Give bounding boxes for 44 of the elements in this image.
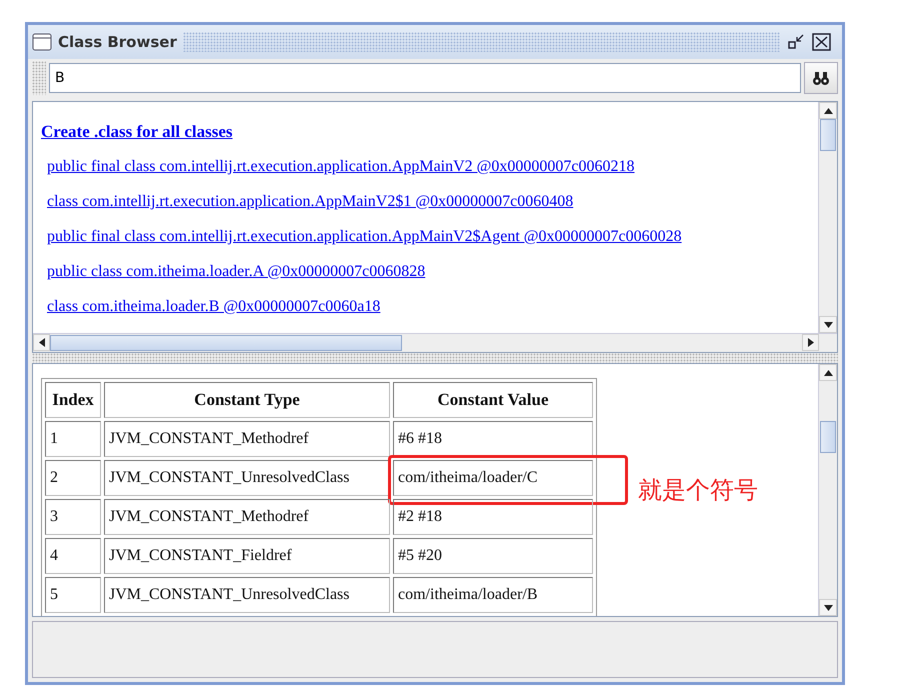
table-cell: #2 #18 [393,499,593,535]
table-cell: 1 [45,421,101,457]
class-link[interactable]: public class com.itheima.loader.A @0x00000007c0060828 [47,263,426,298]
class-link[interactable]: class com.intellij.rt.execution.application.AppMainV2$1 @0x00000007c0060408 [47,193,574,228]
window-title: Class Browser [58,33,177,51]
table-cell: JVM_CONSTANT_UnresolvedClass [104,577,390,613]
right-arrow-icon[interactable] [808,338,814,347]
table-cell: JVM_CONSTANT_Methodref [104,421,390,457]
search-field[interactable]: B [49,63,801,93]
find-button[interactable] [804,62,838,94]
minimize-icon[interactable] [786,33,806,51]
scrollbar-thumb[interactable] [820,119,836,151]
scrollbar-thumb[interactable] [50,335,402,351]
class-link[interactable]: public final class com.intellij.rt.execution.application.AppMainV2$Agent @0x00000007c0060028 [47,228,682,263]
toolbar-grip[interactable] [32,61,46,95]
vertical-scrollbar[interactable] [818,102,837,333]
table-cell: #5 #20 [393,538,593,574]
table-cell: JVM_CONSTANT_Fieldref [104,538,390,574]
horizontal-scrollbar[interactable] [33,333,837,352]
create-all-link[interactable]: Create .class for all classes [41,122,233,142]
down-arrow-icon[interactable] [824,322,832,328]
window-icon [32,33,52,51]
close-icon[interactable] [812,33,832,51]
class-link[interactable]: class com.itheima.loader.B @0x00000007c0060a18 [47,298,380,333]
scrollbar-thumb[interactable] [820,421,836,453]
table-cell: JVM_CONSTANT_Methodref [104,499,390,535]
column-header: Constant Type [104,382,390,418]
class-link[interactable]: public final class com.intellij.rt.execution.application.AppMainV2 @0x00000007c0060218 [47,158,635,193]
annotation-text: 就是个符号 [638,475,758,506]
up-arrow-icon[interactable] [824,108,832,114]
vertical-scrollbar[interactable] [818,364,837,616]
table-cell: 3 [45,499,101,535]
down-arrow-icon[interactable] [824,604,832,610]
left-arrow-icon[interactable] [38,338,44,347]
table-cell: com/itheima/loader/B [393,577,593,613]
column-header: Constant Value [393,382,593,418]
binoculars-icon [812,70,830,86]
table-cell: 5 [45,577,101,613]
up-arrow-icon[interactable] [824,370,832,376]
table-cell: 4 [45,538,101,574]
table-cell: 2 [45,460,101,496]
table-cell: #6 #18 [393,421,593,457]
column-header: Index [45,382,101,418]
table-cell: JVM_CONSTANT_UnresolvedClass [104,460,390,496]
